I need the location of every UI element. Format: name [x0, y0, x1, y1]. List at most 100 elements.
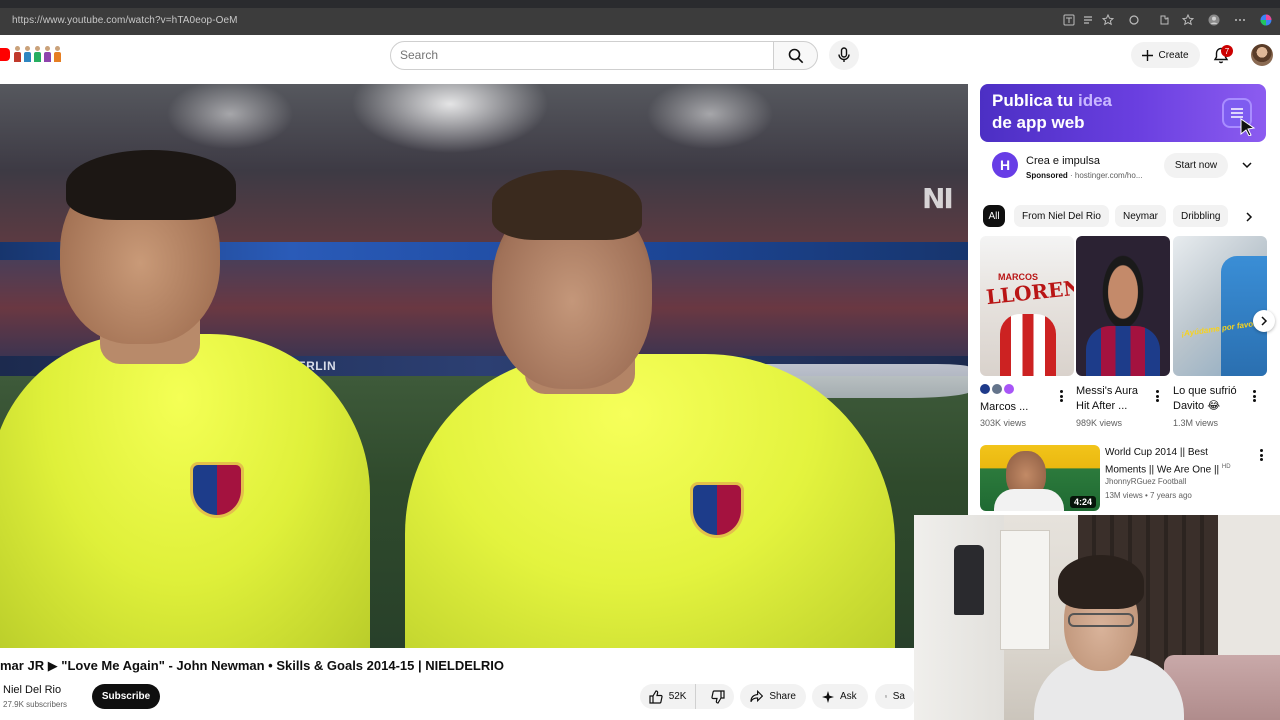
- short-title[interactable]: Messi's Aura Hit After ...: [1076, 384, 1138, 414]
- short-title[interactable]: Lo que sufrió Davito 😂: [1173, 384, 1237, 414]
- menu-icon[interactable]: [1233, 13, 1247, 27]
- copilot-icon[interactable]: [1259, 13, 1273, 27]
- search-button[interactable]: [773, 41, 818, 70]
- player-left-jacket: [0, 334, 370, 648]
- ask-label: Ask: [840, 691, 857, 702]
- video-channel-name[interactable]: JhonnyRGuez Football: [1105, 477, 1186, 486]
- hostinger-logo-icon[interactable]: H: [992, 152, 1018, 178]
- share-label: Share: [769, 691, 796, 702]
- like-button[interactable]: 52K: [640, 684, 697, 709]
- search-input[interactable]: [400, 47, 760, 63]
- create-button[interactable]: Create: [1131, 42, 1200, 68]
- player-left-hair: [66, 150, 236, 220]
- notification-count-badge: 7: [1221, 45, 1233, 57]
- doodle-figure-icon: [23, 46, 32, 62]
- short-thumbnail[interactable]: [1076, 236, 1170, 376]
- chip-neymar[interactable]: Neymar: [1115, 205, 1167, 227]
- youtube-doodle[interactable]: [13, 46, 63, 64]
- thumbnail-shirt: [994, 489, 1064, 511]
- like-count: 52K: [668, 691, 687, 702]
- like-dislike-group: 52K: [640, 684, 734, 709]
- favorites-icon[interactable]: [1181, 13, 1195, 27]
- save-button[interactable]: Sa: [875, 684, 915, 709]
- video-player[interactable]: ROAD TO BERLIN NI: [0, 84, 968, 648]
- translate-icon[interactable]: [1062, 13, 1076, 27]
- fcb-crest-icon: [190, 462, 244, 518]
- mouse-cursor-icon: [1240, 118, 1256, 136]
- doodle-figure-icon: [33, 46, 42, 62]
- account-avatar[interactable]: [1251, 44, 1273, 66]
- reader-icon[interactable]: [1081, 13, 1095, 27]
- thumbnail-jersey: [1086, 326, 1160, 376]
- ask-button[interactable]: Ask: [812, 684, 868, 709]
- fcb-crest-icon: [690, 482, 744, 538]
- short-title-line: Messi's Aura: [1076, 385, 1139, 397]
- bookmark-icon: [885, 695, 887, 698]
- video-duration-badge: 4:24: [1069, 496, 1096, 508]
- short-title-line: Hit After ...: [1076, 400, 1128, 412]
- voice-search-button[interactable]: [829, 40, 859, 70]
- chevron-right-icon: [1261, 316, 1268, 326]
- profile-icon[interactable]: [1207, 13, 1221, 27]
- shorts-next-button[interactable]: [1253, 310, 1275, 332]
- short-views: 989K views: [1076, 418, 1123, 428]
- short-thumbnail[interactable]: MARCOS LLORENTE: [980, 236, 1074, 376]
- video-title: mar JR ▶ "Love Me Again" - John Newman •…: [0, 658, 504, 673]
- ad-headline: Publica tu idea de app web: [992, 90, 1192, 134]
- chevron-down-icon[interactable]: [1240, 158, 1254, 172]
- video-meta: 13M views • 7 years ago: [1105, 491, 1192, 500]
- webcam-overlay: [914, 515, 1280, 720]
- ad-headline-part: Publica tu: [992, 91, 1078, 110]
- channel-name[interactable]: Niel Del Rio: [3, 684, 61, 696]
- video-title-link[interactable]: World Cup 2014 || Best Moments || We Are…: [1105, 446, 1255, 477]
- chip-all[interactable]: All: [983, 205, 1005, 227]
- chip-from-channel[interactable]: From Niel Del Rio: [1014, 205, 1109, 227]
- refresh-extension-icon[interactable]: [1127, 13, 1141, 27]
- save-label: Sa: [892, 691, 905, 702]
- url-text[interactable]: https://www.youtube.com/watch?v=hTA0eop-…: [12, 15, 238, 26]
- thumbnail-player-figure: [1000, 314, 1056, 376]
- sponsored-label: Sponsored: [1026, 171, 1068, 180]
- thumbs-up-icon: [649, 689, 663, 704]
- microphone-icon: [838, 47, 850, 62]
- star-icon[interactable]: [1101, 13, 1115, 27]
- short-title-line: Lo que sufrió: [1173, 385, 1237, 397]
- more-options-icon[interactable]: [1152, 388, 1162, 404]
- short-views: 303K views: [980, 418, 1027, 428]
- dislike-button[interactable]: [702, 684, 734, 709]
- short-thumbnail[interactable]: ¡Ayúdame por favor!: [1173, 236, 1267, 376]
- more-options-icon[interactable]: [1249, 388, 1259, 404]
- webcam-person-hair: [1058, 555, 1144, 609]
- ad-domain: · hostinger.com/ho...: [1067, 171, 1143, 180]
- player-right-hair: [492, 170, 642, 240]
- short-title[interactable]: Marcos ...: [980, 400, 1028, 415]
- short-views: 1.3M views: [1173, 418, 1219, 428]
- youtube-logo-icon[interactable]: [0, 48, 10, 61]
- thumbnail-text: LLORENTE: [984, 272, 1074, 310]
- extension-icon[interactable]: [1157, 13, 1171, 27]
- video-thumbnail[interactable]: 4:24: [980, 445, 1100, 511]
- webcam-door: [1000, 530, 1050, 650]
- player-right-jacket: [405, 354, 895, 648]
- more-options-icon[interactable]: [1256, 447, 1266, 463]
- ad-title[interactable]: Crea e impulsa: [1026, 155, 1100, 167]
- share-arrow-icon: [750, 690, 764, 703]
- chevron-right-icon[interactable]: [1242, 210, 1256, 224]
- emoji-icon: [992, 384, 1002, 394]
- ad-headline-highlight: idea: [1077, 91, 1112, 110]
- subscribe-button[interactable]: Subscribe: [92, 684, 160, 709]
- ad-sponsored-line: Sponsored · hostinger.com/ho...: [1026, 171, 1142, 180]
- plus-icon: [1142, 49, 1154, 61]
- hd-badge: HD: [1221, 464, 1231, 470]
- doodle-figure-icon: [53, 46, 62, 62]
- subscriber-count: 27.9K subscribers: [3, 700, 68, 709]
- create-label: Create: [1158, 49, 1189, 61]
- ad-start-now-button[interactable]: Start now: [1164, 153, 1228, 178]
- channel-watermark[interactable]: NI: [922, 182, 954, 215]
- video-title-line: Moments || We Are One ||: [1105, 464, 1220, 476]
- chip-dribbling[interactable]: Dribbling: [1173, 205, 1229, 227]
- doodle-figure-icon: [13, 46, 22, 62]
- share-button[interactable]: Share: [740, 684, 806, 709]
- more-options-icon[interactable]: [1056, 388, 1066, 404]
- ad-headline-part: de app web: [992, 113, 1085, 132]
